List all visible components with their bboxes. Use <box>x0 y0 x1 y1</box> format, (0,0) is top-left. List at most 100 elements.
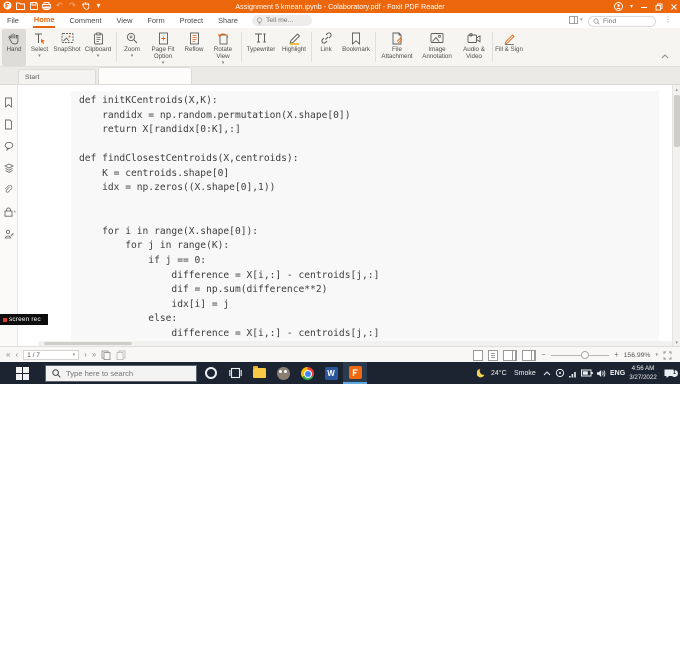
zoom-level[interactable]: 156.99% <box>624 352 651 359</box>
next-view-icon[interactable] <box>116 350 126 360</box>
foxit-reader-button[interactable] <box>343 362 367 384</box>
tell-me-input[interactable] <box>266 17 308 24</box>
next-page-button[interactable]: › <box>84 351 87 359</box>
clock[interactable]: 4:56 AM 3/27/2022 <box>626 364 660 382</box>
attachments-panel-icon[interactable] <box>4 185 14 195</box>
pages-panel-icon[interactable] <box>4 119 14 129</box>
tool-bookmark[interactable]: Bookmark <box>339 29 373 66</box>
scroll-down-icon[interactable]: ▼ <box>675 340 679 345</box>
security-panel-icon[interactable] <box>4 207 14 217</box>
previous-page-button[interactable]: ‹ <box>15 351 18 359</box>
continuous-view-icon[interactable] <box>488 350 498 361</box>
sync-icon[interactable] <box>555 362 565 384</box>
tool-select[interactable]: Select ▾ <box>27 29 52 66</box>
tool-clipboard[interactable]: Clipboard ▾ <box>82 29 114 66</box>
cortana-icon <box>205 367 217 379</box>
language-indicator[interactable]: ENG <box>610 362 625 384</box>
taskbar-search-box[interactable] <box>45 365 197 382</box>
code-line: idx[i] = j <box>79 298 379 313</box>
menu-form[interactable]: Form <box>146 14 165 27</box>
windows-logo-icon <box>16 367 29 380</box>
collapse-ribbon-icon[interactable] <box>661 54 669 59</box>
tool-typewriter[interactable]: Typewriter <box>244 29 278 66</box>
task-view-button[interactable] <box>223 362 247 384</box>
zoom-dropdown-caret-icon[interactable]: ▾ <box>655 352 658 358</box>
minimize-button[interactable] <box>640 3 648 11</box>
view-mode-button[interactable]: ▾ <box>569 16 583 24</box>
first-page-button[interactable]: « <box>6 351 10 359</box>
chrome-button[interactable] <box>295 362 319 384</box>
taskbar-search-input[interactable] <box>66 369 186 378</box>
tab-start[interactable]: Start <box>18 69 96 84</box>
zoom-in-button[interactable]: + <box>614 351 619 359</box>
find-input[interactable] <box>603 18 647 25</box>
comments-panel-icon[interactable] <box>4 141 14 151</box>
menu-home[interactable]: Home <box>33 13 56 28</box>
find-box[interactable] <box>588 16 656 27</box>
zoom-slider-knob[interactable] <box>581 351 589 359</box>
network-icon[interactable] <box>568 362 578 384</box>
previous-view-icon[interactable] <box>101 350 111 360</box>
tool-reflow[interactable]: Reflow <box>181 29 207 66</box>
ribbon-toolbar: Hand Select ▾ SnapShot Clipboard ▾ <box>0 28 680 67</box>
restore-button[interactable] <box>655 3 663 11</box>
code-line <box>79 210 379 225</box>
scroll-up-icon[interactable]: ▲ <box>675 87 679 92</box>
layers-panel-icon[interactable] <box>4 163 14 173</box>
continuous-facing-view-icon[interactable] <box>522 350 532 361</box>
word-button[interactable]: W <box>319 362 343 384</box>
tool-label: Zoom <box>124 46 140 53</box>
tool-audio-video[interactable]: Audio & Video <box>458 29 490 66</box>
expand-panel-icon[interactable]: ▸ <box>14 209 17 215</box>
zoom-slider[interactable] <box>551 355 609 356</box>
tool-image-annotation[interactable]: Image Annotation <box>417 29 457 66</box>
vertical-scrollbar[interactable]: ▲ ▼ <box>672 85 680 347</box>
facing-view-icon[interactable] <box>503 350 513 361</box>
single-page-view-icon[interactable] <box>473 350 483 361</box>
tray-overflow-icon[interactable] <box>543 362 551 384</box>
tool-hand[interactable]: Hand <box>2 29 26 66</box>
volume-icon[interactable] <box>596 362 606 384</box>
tool-link[interactable]: Link <box>314 29 338 66</box>
battery-icon[interactable] <box>581 362 593 384</box>
pdf-page[interactable]: def initKCentroids(X,K): randidx = np.ra… <box>19 85 672 347</box>
weather-temperature[interactable]: 24°C <box>491 362 507 384</box>
highlight-icon <box>288 31 301 45</box>
menu-protect[interactable]: Protect <box>179 14 204 27</box>
tool-label: Hand <box>7 46 22 53</box>
dropdown-caret-icon: ▾ <box>131 54 134 59</box>
cortana-button[interactable] <box>199 362 223 384</box>
tool-rotate-view[interactable]: Rotate View ▾ <box>207 29 239 66</box>
tool-fill-sign[interactable]: Fill & Sign <box>495 29 523 66</box>
tool-page-fit-option[interactable]: Page Fit Option ▾ <box>146 29 180 66</box>
zoom-out-button[interactable]: − <box>541 351 546 359</box>
vertical-scrollbar-thumb[interactable] <box>674 95 680 147</box>
tool-zoom[interactable]: Zoom ▾ <box>120 29 144 66</box>
menu-view[interactable]: View <box>116 14 134 27</box>
account-dropdown-icon[interactable]: ▾ <box>630 4 633 10</box>
menu-file[interactable]: File <box>6 14 20 27</box>
weather-icon[interactable] <box>477 362 487 384</box>
tool-snapshot[interactable]: SnapShot <box>52 29 82 66</box>
tool-file-attachment[interactable]: File Attachment <box>378 29 416 66</box>
tell-me-box[interactable] <box>252 15 312 26</box>
dropdown-caret-icon: ▾ <box>222 61 225 66</box>
close-button[interactable] <box>670 3 678 11</box>
action-center-icon: 1 <box>663 368 675 379</box>
fullscreen-icon[interactable] <box>663 351 672 360</box>
gimp-button[interactable] <box>271 362 295 384</box>
page-number-box[interactable]: 1 / 7 ▾ <box>23 350 79 360</box>
tool-highlight[interactable]: Highlight <box>279 29 309 66</box>
more-options-icon[interactable]: ⋮ <box>664 15 672 24</box>
account-icon[interactable] <box>614 2 623 11</box>
menu-comment[interactable]: Comment <box>68 14 102 27</box>
start-button[interactable] <box>0 362 44 384</box>
bookmarks-panel-icon[interactable] <box>4 97 14 107</box>
file-explorer-button[interactable] <box>247 362 271 384</box>
horizontal-scrollbar-thumb[interactable] <box>44 342 132 345</box>
action-center-button[interactable]: 1 <box>663 362 675 384</box>
signatures-panel-icon[interactable] <box>4 229 14 239</box>
weather-condition[interactable]: Smoke <box>514 362 536 384</box>
menu-share[interactable]: Share <box>217 14 239 27</box>
last-page-button[interactable]: » <box>92 351 96 359</box>
